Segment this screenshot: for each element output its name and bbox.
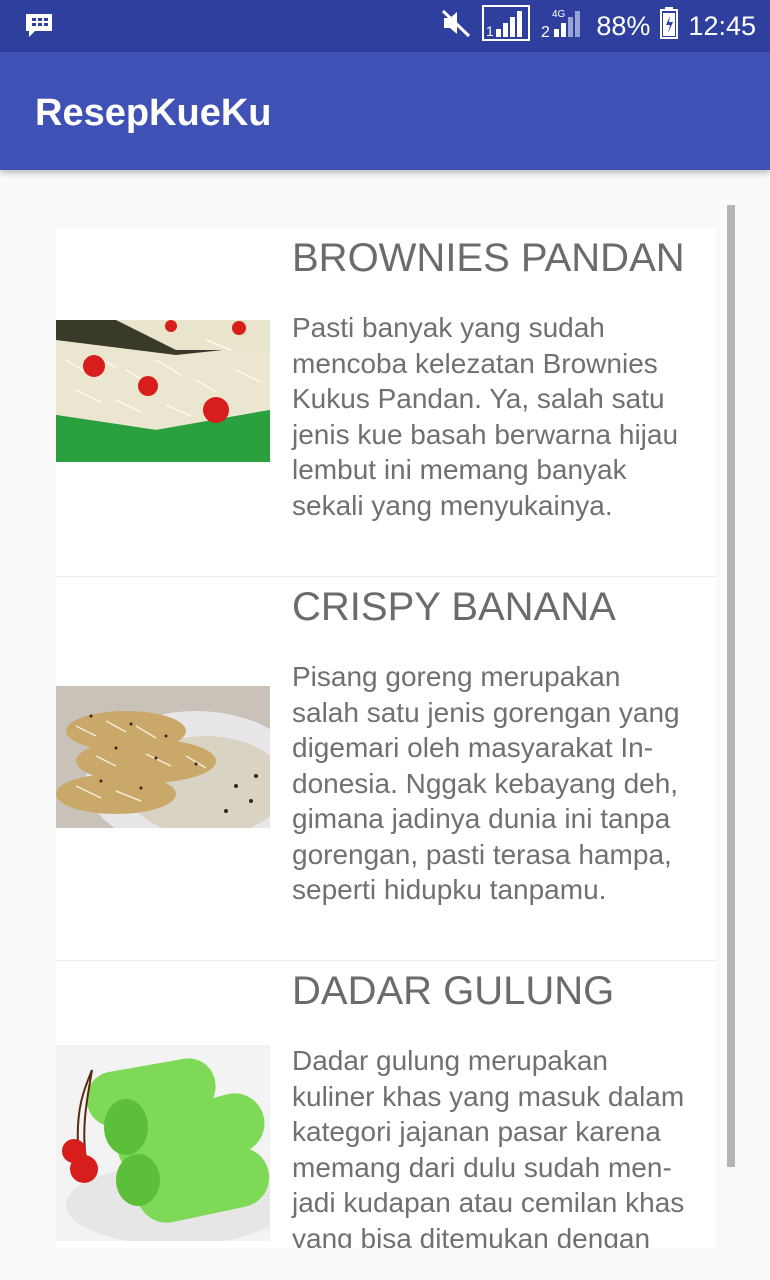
svg-text:2: 2	[541, 24, 550, 41]
recipe-title: CRISPY BANANA	[292, 585, 616, 629]
scrollbar[interactable]	[727, 205, 735, 1167]
dadar-gulung-image	[56, 1045, 270, 1241]
recipe-title: BROWNIES PANDAN	[292, 236, 685, 280]
messenger-notification-icon	[24, 12, 54, 38]
battery-percent: 88%	[596, 10, 651, 41]
mute-icon	[440, 8, 472, 45]
clock: 12:45	[688, 10, 756, 41]
recipe-card-brownies-pandan[interactable]: BROWNIES PANDAN Pasti banyak yang sudah …	[56, 228, 716, 577]
recipe-description: Pasti banyak yang sudah mencoba kelezata…	[292, 312, 679, 521]
recipe-list[interactable]: BROWNIES PANDAN Pasti banyak yang sudah …	[56, 228, 716, 1248]
battery-charging-icon	[660, 6, 679, 46]
recipe-card-crispy-banana[interactable]: CRISPY BANANA Pisang goreng merupakan sa…	[56, 577, 716, 961]
status-bar: 1 2 4G 88% 12:45	[0, 0, 770, 52]
recipe-title: DADAR GULUNG	[292, 969, 615, 1013]
app-title: ResepKueKu	[35, 92, 272, 134]
brownies-pandan-image	[56, 320, 270, 462]
app-bar: ResepKueKu	[0, 52, 770, 170]
crispy-banana-image	[56, 686, 270, 828]
svg-text:4G: 4G	[552, 9, 566, 20]
recipe-description: Dadar gulung merupakan kuliner khas yang…	[292, 1045, 685, 1248]
svg-text:1: 1	[486, 23, 494, 39]
recipe-description: Pisang goreng merupakan salah satu jenis…	[292, 661, 680, 905]
sim1-signal-icon: 1	[482, 4, 531, 48]
recipe-card-dadar-gulung[interactable]: DADAR GULUNG Dadar gulung merupakan kuli…	[56, 961, 716, 1248]
sim2-signal-icon: 2 4G	[540, 5, 586, 48]
